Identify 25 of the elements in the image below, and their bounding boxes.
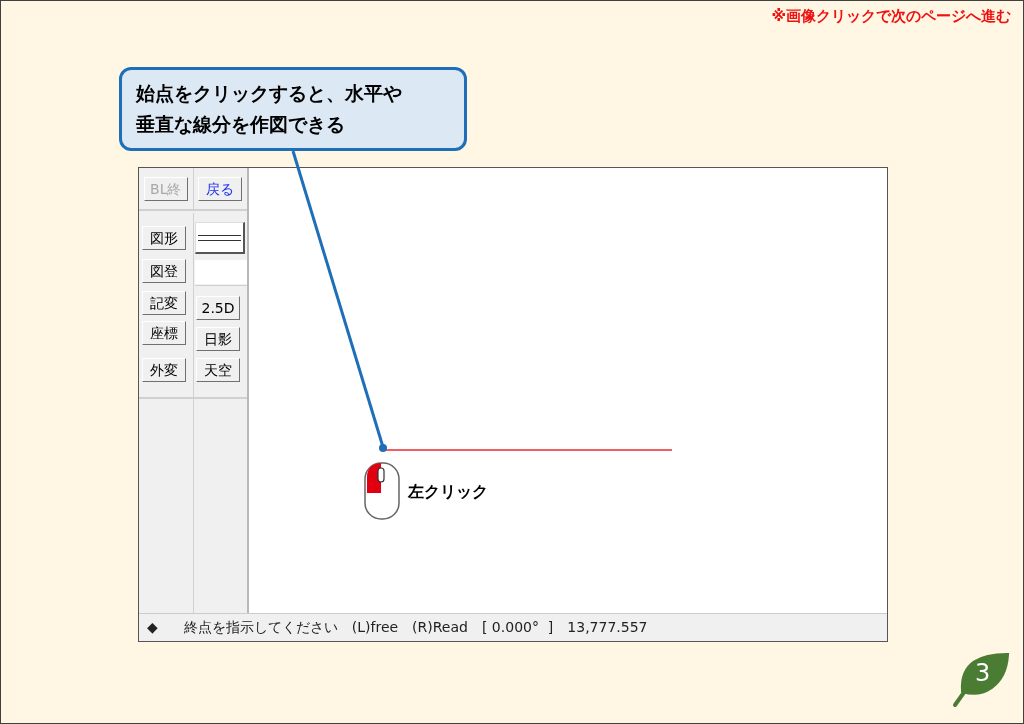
status-text: (R)Read bbox=[412, 618, 468, 637]
mouse-label: 左クリック bbox=[408, 481, 488, 503]
tool-button[interactable]: 日影 bbox=[196, 327, 240, 351]
mouse-icon bbox=[364, 462, 400, 520]
tool-button[interactable]: 図登 bbox=[142, 259, 186, 283]
blank-field bbox=[195, 260, 247, 284]
line-style-button[interactable] bbox=[195, 222, 245, 254]
status-text: 終点を指示してください bbox=[183, 618, 338, 637]
tool-button[interactable]: 外変 bbox=[142, 358, 186, 382]
line-style-icon bbox=[198, 234, 241, 241]
start-point-icon bbox=[379, 444, 387, 452]
tool-button[interactable]: 座標 bbox=[142, 321, 186, 345]
status-text: (L)free bbox=[351, 618, 399, 637]
callout-text: 始点をクリックすると、水平や bbox=[136, 81, 402, 106]
callout-text: 垂直な線分を作図できる bbox=[136, 112, 345, 137]
tool-button[interactable]: 記変 bbox=[142, 291, 186, 315]
tool-button[interactable]: 天空 bbox=[196, 358, 240, 382]
status-text: 13,777.557 bbox=[567, 618, 648, 637]
status-marker: ◆ bbox=[147, 618, 158, 637]
status-text: [ 0.000° ] bbox=[481, 618, 554, 637]
page-number: 3 bbox=[975, 661, 991, 685]
tool-button[interactable]: 2.5D bbox=[196, 296, 240, 320]
tool-button[interactable]: 戻る bbox=[198, 176, 243, 201]
page-notice: ※画像クリックで次のページへ進む bbox=[771, 9, 1011, 27]
tool-button[interactable]: 図形 bbox=[142, 226, 186, 250]
